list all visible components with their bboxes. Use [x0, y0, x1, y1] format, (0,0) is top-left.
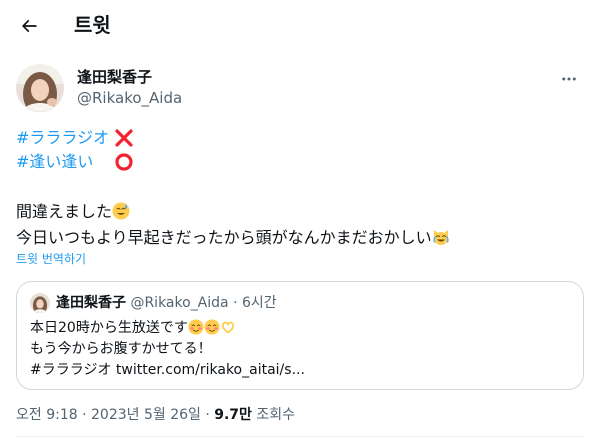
avatar[interactable]: [16, 64, 64, 112]
sweat-smile-emoji: [112, 202, 130, 220]
more-button[interactable]: [554, 64, 584, 94]
tweet-author: 逢田梨香子 @Rikako_Aida: [16, 64, 584, 114]
quoted-tweet[interactable]: 逢田梨香子 @Rikako_Aida · 6시간 本日20時から生放送です もう…: [16, 281, 584, 390]
views-label: 조회수: [256, 407, 296, 423]
quoted-text-line-2: もう今からお腹すかせてる！: [30, 341, 212, 357]
quoted-author-name: 逢田梨香子: [56, 295, 126, 311]
tweet-text-line-1: 間違えました: [16, 201, 130, 223]
heart-hands-emoji: [221, 321, 234, 334]
smiling-blush-emoji: [204, 319, 220, 335]
quoted-hashtag: #ラララジオ: [30, 362, 112, 378]
header-bar: 트윗: [0, 0, 600, 53]
tweet-text: 間違えました: [16, 202, 113, 221]
hashtag-link[interactable]: #逢い逢い: [16, 152, 93, 171]
quoted-timestamp: · 6시간: [233, 295, 277, 311]
quoted-link: twitter.com/rikako_aitai/s...: [115, 362, 305, 378]
quoted-text-line-1: 本日20時から生放送です: [30, 318, 236, 339]
smiling-blush-emoji: [188, 319, 204, 335]
translate-tweet-link[interactable]: 트윗 번역하기: [16, 251, 86, 267]
more-horizontal-icon: [562, 77, 576, 81]
tweet-hashtag-line-2: #逢い逢い: [16, 151, 93, 173]
author-name[interactable]: 逢田梨香子: [77, 67, 152, 87]
tweet-meta: 오전 9:18 · 2023년 5월 26일 · 9.7만 조회수: [16, 405, 295, 425]
quoted-text: 本日20時から生放送です: [30, 320, 188, 336]
page-title: 트윗: [74, 13, 111, 37]
tweet-text: 今日いつもより早起きだったから頭がなんかまだおかしい: [16, 228, 432, 247]
quoted-text-line-3: #ラララジオ twitter.com/rikako_aitai/s...: [30, 360, 305, 381]
joy-cat-emoji: [433, 230, 449, 245]
quoted-header: 逢田梨香子 @Rikako_Aida · 6시간: [56, 293, 277, 313]
tweet-hashtag-line-1: #ラララジオ: [16, 127, 109, 149]
tweet-text-line-2: 今日いつもより早起きだったから頭がなんかまだおかしい: [16, 227, 450, 249]
arrow-left-icon: [21, 19, 37, 33]
author-handle[interactable]: @Rikako_Aida: [77, 88, 182, 108]
circle-mark-icon: [115, 153, 133, 171]
divider: [16, 436, 584, 437]
quoted-avatar: [30, 293, 50, 313]
back-button[interactable]: [12, 9, 46, 43]
views-count: 9.7만: [214, 407, 252, 423]
cross-mark-icon: [115, 129, 133, 147]
hashtag-link[interactable]: #ラララジオ: [16, 128, 109, 147]
quoted-author-handle: @Rikako_Aida: [130, 295, 229, 311]
tweet-timestamp[interactable]: 오전 9:18 · 2023년 5월 26일 ·: [16, 407, 210, 423]
